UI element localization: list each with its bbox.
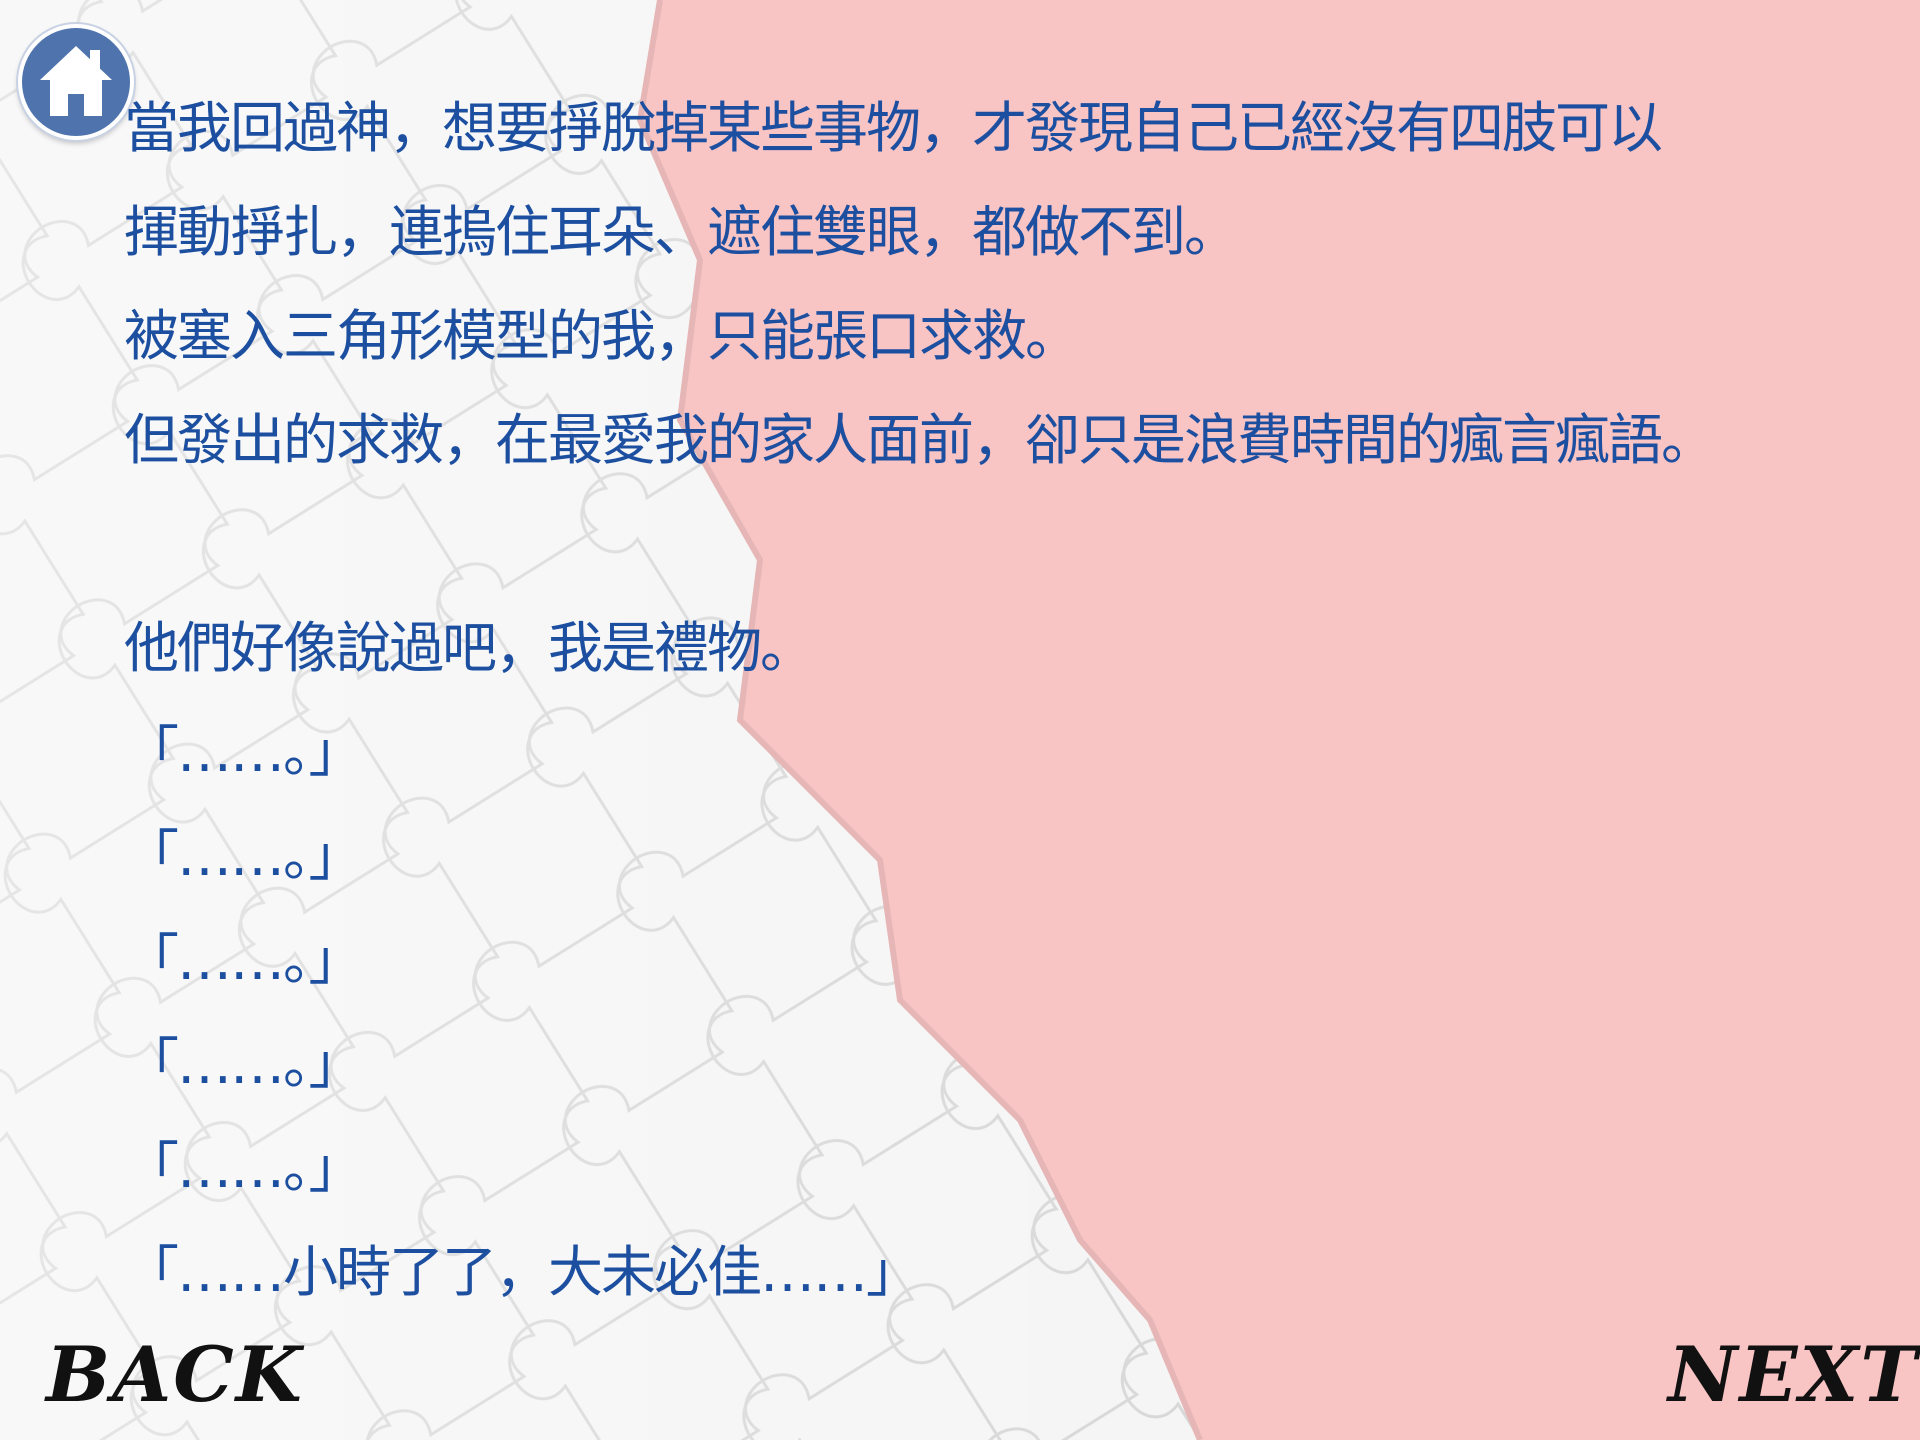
dialogue-line: 「……。」 — [124, 1136, 364, 1200]
dialogue-line: 「……。」 — [124, 1032, 364, 1096]
dialogue-line: 「……小時了了，大未必佳……」 — [124, 1240, 921, 1304]
story-line: 被塞入三角形模型的我，只能張口求救。 — [124, 304, 1080, 368]
story-line: 但發出的求救，在最愛我的家人面前，卻只是浪費時間的瘋言瘋語。 — [124, 408, 1716, 472]
back-button[interactable]: BACK — [46, 1330, 304, 1420]
story-line: 他們好像說過吧，我是禮物。 — [124, 616, 815, 680]
home-button[interactable] — [18, 24, 134, 140]
home-icon — [40, 46, 112, 116]
story-text: 當我回過神，想要掙脫掉某些事物，才發現自己已經沒有四肢可以 揮動掙扎，連摀住耳朵… — [124, 76, 1904, 1324]
story-line: 揮動掙扎，連摀住耳朵、遮住雙眼，都做不到。 — [124, 200, 1239, 264]
story-line: 當我回過神，想要掙脫掉某些事物，才發現自己已經沒有四肢可以 — [124, 96, 1663, 160]
dialogue-line: 「……。」 — [124, 928, 364, 992]
dialogue-line: 「……。」 — [124, 824, 364, 888]
dialogue-line: 「……。」 — [124, 720, 364, 784]
next-button[interactable]: NEXT — [1668, 1330, 1919, 1420]
